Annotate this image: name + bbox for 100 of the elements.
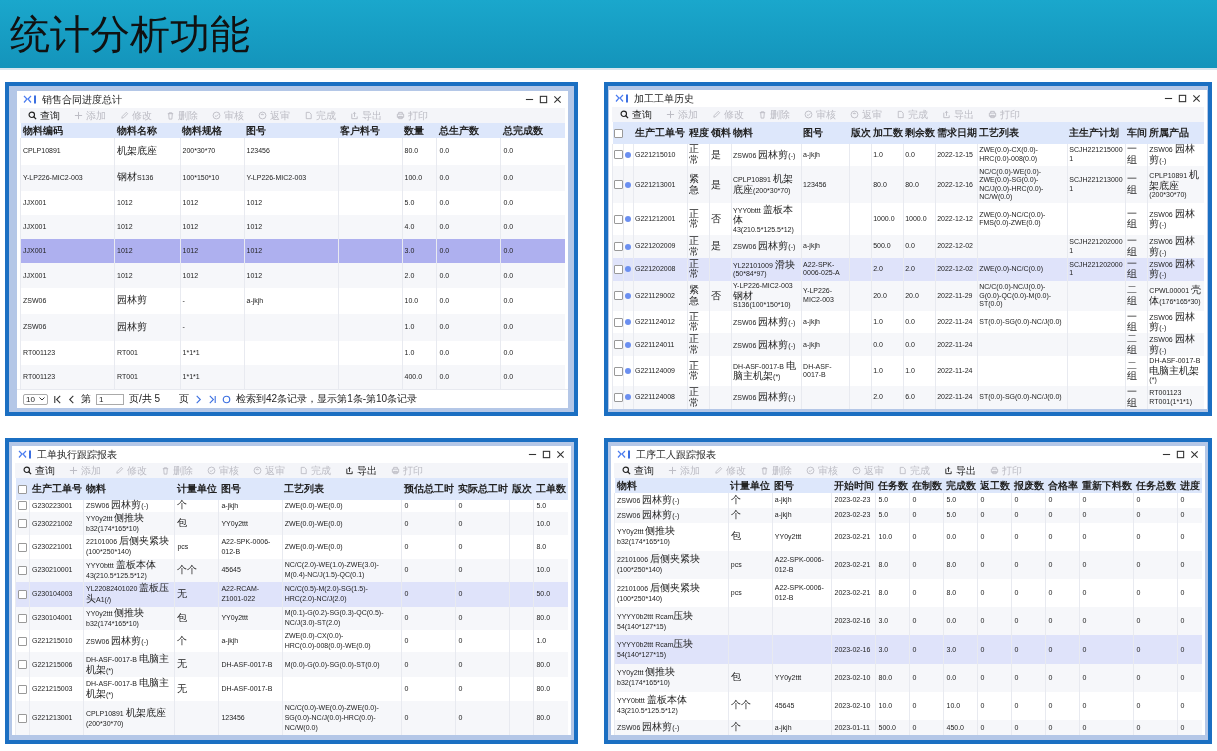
- column-header[interactable]: 完成数: [944, 478, 978, 493]
- maximize-icon[interactable]: [539, 95, 548, 104]
- column-header[interactable]: 生产工单号: [29, 478, 84, 500]
- checkbox[interactable]: [614, 291, 623, 301]
- page-size-select[interactable]: 10: [23, 393, 48, 405]
- column-header[interactable]: 物料: [83, 478, 175, 500]
- close-icon[interactable]: [1192, 94, 1201, 103]
- column-header[interactable]: 重新下料数: [1080, 478, 1134, 493]
- toolbar-button[interactable]: 导出: [341, 464, 381, 477]
- column-header[interactable]: 合格率: [1046, 478, 1080, 493]
- checkbox[interactable]: [17, 485, 27, 495]
- column-header[interactable]: 车间: [1125, 122, 1148, 144]
- column-header[interactable]: 客户料号: [338, 123, 403, 138]
- checkbox[interactable]: [614, 180, 623, 190]
- checkbox[interactable]: [614, 242, 623, 252]
- column-header[interactable]: 报废数: [1012, 478, 1046, 493]
- column-header[interactable]: 程度: [687, 122, 710, 144]
- column-header[interactable]: 工艺列表: [977, 122, 1068, 144]
- checkbox[interactable]: [614, 150, 623, 160]
- document-icon: [896, 110, 905, 119]
- column-header[interactable]: 图号: [218, 478, 283, 500]
- table-cell: 正常: [689, 313, 700, 332]
- column-header[interactable]: 版次: [509, 478, 534, 500]
- checkbox[interactable]: [614, 264, 623, 274]
- maximize-icon[interactable]: [1178, 94, 1187, 103]
- column-header[interactable]: 主生产计划: [1067, 122, 1126, 144]
- column-header[interactable]: 总生产数: [437, 123, 501, 138]
- table-cell: 个个: [730, 702, 751, 710]
- column-header[interactable]: 物料名称: [114, 123, 180, 138]
- maximize-icon[interactable]: [1176, 450, 1185, 459]
- column-header[interactable]: 任务总数: [1134, 478, 1178, 493]
- pencil-icon: [115, 466, 124, 475]
- column-header[interactable]: 物料规格: [180, 123, 244, 138]
- toolbar-button[interactable]: 查询: [618, 464, 658, 477]
- page-input[interactable]: 1: [95, 393, 124, 405]
- close-icon[interactable]: [553, 95, 562, 104]
- refresh-icon[interactable]: [222, 394, 232, 404]
- checkbox[interactable]: [614, 317, 623, 327]
- toolbar-button[interactable]: 查询: [24, 109, 64, 122]
- checkbox[interactable]: [18, 542, 27, 552]
- checkbox[interactable]: [18, 566, 27, 576]
- table-cell: 无: [177, 661, 188, 669]
- checkbox[interactable]: [614, 214, 623, 224]
- checkbox[interactable]: [18, 713, 27, 723]
- maximize-icon[interactable]: [542, 450, 551, 459]
- column-header[interactable]: 返工数: [978, 478, 1012, 493]
- checkbox[interactable]: [18, 501, 27, 511]
- checkbox[interactable]: [18, 660, 27, 670]
- checkbox[interactable]: [614, 340, 623, 350]
- checkbox[interactable]: [18, 636, 27, 646]
- column-header[interactable]: 计量单位: [728, 478, 773, 493]
- column-header[interactable]: 物料编码: [20, 123, 115, 138]
- column-header[interactable]: 剩余数: [903, 122, 936, 144]
- column-header[interactable]: 数量: [402, 123, 437, 138]
- column-header[interactable]: 领料: [709, 122, 732, 144]
- column-header[interactable]: 图号: [772, 478, 832, 493]
- toolbar-button[interactable]: 查询: [616, 108, 656, 121]
- checkbox[interactable]: [18, 519, 27, 529]
- undo-circle-icon: [253, 466, 262, 475]
- column-header[interactable]: 任务数: [876, 478, 910, 493]
- checkbox[interactable]: [613, 129, 623, 139]
- column-header[interactable]: 所属产品: [1147, 122, 1204, 144]
- checkbox[interactable]: [18, 684, 27, 694]
- column-header[interactable]: 预估总工时: [401, 478, 456, 500]
- column-header[interactable]: 图号: [801, 122, 850, 144]
- table-cell: 一组: [1127, 389, 1138, 407]
- column-header[interactable]: 物料: [731, 122, 802, 144]
- table-cell: 个: [177, 637, 188, 645]
- checkbox[interactable]: [614, 366, 623, 376]
- column-header[interactable]: 加工数: [871, 122, 904, 144]
- last-page-icon[interactable]: [208, 394, 218, 404]
- column-header[interactable]: 总完成数: [501, 123, 565, 138]
- close-icon[interactable]: [1190, 450, 1199, 459]
- column-header[interactable]: 需求日期: [935, 122, 978, 144]
- toolbar-button[interactable]: 查询: [19, 464, 59, 477]
- column-header[interactable]: 开始时间: [832, 478, 876, 493]
- record-summary: 检索到42条记录，显示第1条-第10条记录: [236, 392, 418, 406]
- checkbox[interactable]: [18, 614, 27, 623]
- column-header[interactable]: 版次: [849, 122, 872, 144]
- column-header[interactable]: 工单数: [533, 478, 568, 500]
- table-cell: 无: [177, 590, 188, 598]
- column-header[interactable]: 进度: [1178, 478, 1202, 493]
- printer-icon: [396, 111, 405, 120]
- column-header[interactable]: 图号: [244, 123, 339, 138]
- table-cell: 二组: [1127, 362, 1138, 381]
- first-page-icon[interactable]: [52, 394, 62, 404]
- column-header[interactable]: 工艺列表: [282, 478, 402, 500]
- column-header[interactable]: 物料: [614, 478, 729, 493]
- column-header[interactable]: 在制数: [910, 478, 944, 493]
- export-icon: [350, 111, 359, 120]
- table-cell: 正常: [689, 336, 700, 354]
- column-header[interactable]: 计量单位: [174, 478, 219, 500]
- column-header[interactable]: 实际总工时: [455, 478, 510, 500]
- next-page-icon[interactable]: [194, 394, 204, 404]
- checkbox[interactable]: [18, 590, 27, 600]
- close-icon[interactable]: [556, 450, 565, 459]
- checkbox[interactable]: [614, 393, 623, 403]
- toolbar-button[interactable]: 导出: [940, 464, 980, 477]
- column-header[interactable]: 生产工单号: [633, 122, 688, 144]
- previous-page-icon[interactable]: [66, 394, 76, 404]
